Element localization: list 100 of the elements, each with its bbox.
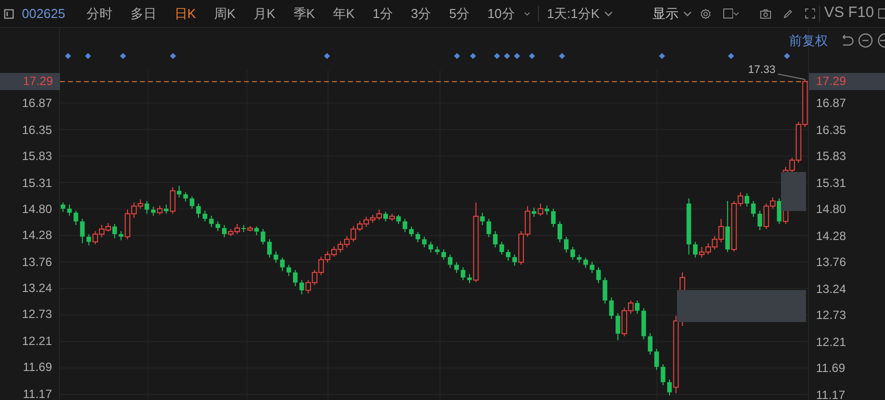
event-marker-icon[interactable] (470, 53, 476, 59)
candlestick (202, 210, 208, 222)
price-axis-label: 13.76 (22, 254, 52, 269)
candlestick (402, 218, 408, 233)
event-marker-icon[interactable] (529, 53, 535, 59)
candlestick (428, 241, 434, 254)
period-tab[interactable]: 日K (165, 4, 205, 24)
candlestick (144, 200, 150, 214)
event-marker-icon[interactable] (120, 53, 126, 59)
stock-code: 002625 (22, 4, 66, 23)
candlestick (292, 269, 298, 287)
period-tab[interactable]: 多日 (121, 4, 166, 24)
period-tab[interactable]: 年K (324, 4, 364, 24)
event-marker-icon[interactable] (504, 53, 510, 59)
candlestick (467, 273, 472, 284)
event-marker-icon[interactable] (454, 53, 460, 59)
event-marker-icon[interactable] (170, 53, 176, 59)
candlestick (480, 212, 485, 226)
period-tab[interactable]: 1分 (364, 4, 402, 24)
period-tab[interactable]: 周K (204, 4, 245, 24)
period-tab[interactable]: 季K (284, 4, 324, 24)
candlestick (396, 214, 401, 224)
event-marker-icon[interactable] (494, 53, 500, 59)
candlestick (499, 241, 504, 256)
candlestick (693, 241, 698, 258)
price-axis-label: 15.31 (22, 176, 52, 190)
candlestick (590, 261, 594, 274)
candlestick (196, 203, 201, 218)
candlestick (616, 312, 620, 341)
candlestick (286, 264, 292, 276)
candlestick (216, 220, 220, 232)
candlestick (558, 220, 562, 243)
candlestick (648, 332, 652, 356)
event-marker-icon[interactable] (659, 53, 665, 59)
caret-icon (524, 10, 530, 16)
vs-button[interactable]: VS (824, 2, 844, 25)
fullscreen-icon[interactable] (804, 6, 816, 21)
candlestick (60, 202, 66, 212)
candlestick (570, 246, 576, 260)
current-price-label: 17.29 (809, 73, 885, 90)
candlestick (532, 207, 536, 218)
event-marker-icon[interactable] (728, 53, 734, 59)
event-marker-icon[interactable] (559, 53, 565, 59)
price-gap-zone (781, 172, 806, 211)
range-dropdown[interactable]: 1天:1分K (546, 4, 613, 24)
candlestick (512, 254, 517, 266)
candlestick (486, 218, 492, 238)
period-tab[interactable]: 10分 (478, 4, 524, 24)
price-axis-label: 16.87 (816, 96, 846, 110)
candlestick (441, 248, 446, 260)
undo-icon[interactable] (840, 34, 854, 48)
period-tab[interactable]: 5分 (440, 4, 478, 24)
event-marker-icon[interactable] (784, 53, 790, 59)
event-marker-icon[interactable] (514, 53, 520, 59)
display-dropdown[interactable]: 显示 (652, 4, 692, 24)
period-tab[interactable]: 3分 (402, 4, 440, 24)
candlestick (164, 204, 169, 214)
period-tab[interactable]: 月K (244, 4, 284, 24)
candlestick (551, 208, 556, 228)
candlestick (422, 236, 427, 248)
candlestick (409, 226, 414, 238)
candlestick (86, 234, 92, 246)
event-marker-icon[interactable] (324, 53, 330, 59)
candlestick (74, 210, 78, 226)
caret-icon (604, 10, 613, 16)
candlestick (260, 228, 266, 245)
event-marker-icon[interactable] (85, 53, 91, 59)
price-axis-label: 11.69 (816, 361, 846, 375)
adjust-mode-label[interactable]: 前复权 (789, 31, 828, 50)
candlestick (151, 206, 156, 216)
panel-icon[interactable] (4, 6, 14, 20)
zoom-in-icon[interactable] (877, 33, 885, 48)
leader-line (778, 74, 806, 80)
candlestick (209, 215, 214, 228)
candlestick (744, 192, 750, 208)
candlestick (448, 254, 452, 268)
candlestick (183, 192, 188, 202)
candlestick (609, 296, 614, 320)
caret-icon (682, 10, 692, 16)
candlestick (190, 196, 194, 210)
period-tab[interactable]: 分时 (77, 4, 122, 24)
candlestick (67, 204, 72, 216)
price-axis-label: 15.83 (22, 149, 52, 164)
candlestick (274, 251, 278, 264)
camera-icon[interactable] (760, 6, 771, 20)
candlestick (118, 230, 124, 241)
zoom-out-icon[interactable] (858, 33, 873, 48)
candlestick (383, 211, 388, 222)
price-axis-label: 14.80 (22, 202, 52, 216)
price-axis-label: 11.69 (22, 360, 52, 374)
square-icon[interactable] (722, 6, 734, 21)
candlestick (544, 205, 550, 216)
candlestick (776, 198, 782, 224)
price-axis-label: 15.31 (816, 176, 846, 190)
f10-button[interactable]: F10 (848, 2, 874, 25)
candlestick (267, 238, 272, 258)
price-axis-label: 13.76 (816, 255, 846, 269)
candlestick (602, 277, 608, 304)
event-marker-icon[interactable] (65, 53, 71, 59)
price-axis-label: 12.21 (816, 334, 846, 348)
